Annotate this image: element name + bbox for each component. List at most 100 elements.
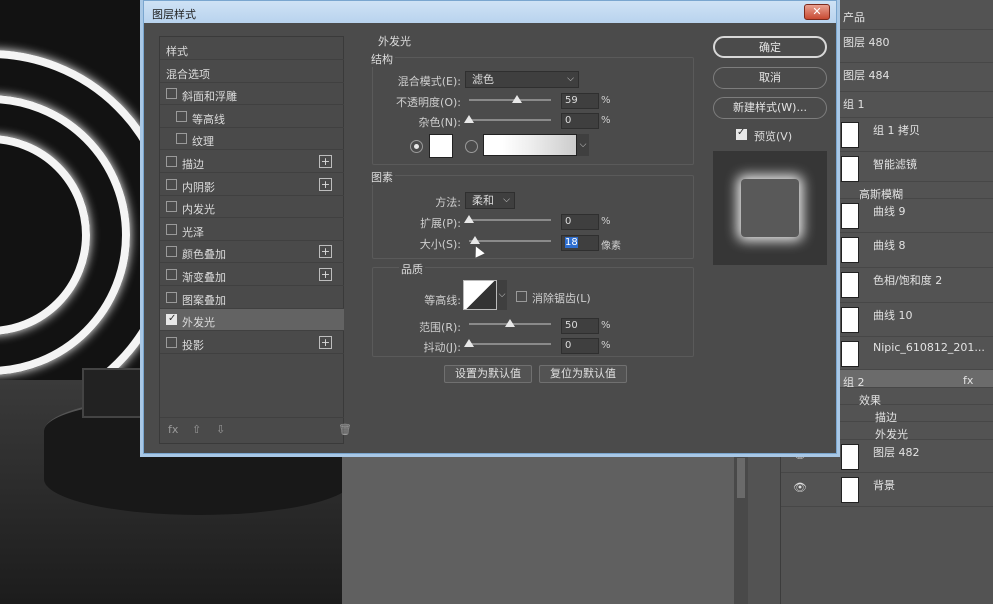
style-checkbox[interactable] [166, 88, 177, 100]
style-item[interactable]: 投影 + [160, 332, 344, 354]
style-item[interactable]: 斜面和浮雕 [160, 83, 344, 106]
set-default-button[interactable]: 设置为默认值 [444, 365, 532, 383]
layer-thumbnail [841, 237, 859, 263]
style-item-label: 内发光 [182, 203, 215, 217]
layer-thumbnail [841, 444, 859, 470]
move-up-icon[interactable]: ⇧ [192, 423, 201, 436]
style-checkbox[interactable] [176, 133, 187, 145]
jitter-slider[interactable] [464, 339, 551, 347]
spread-slider[interactable] [464, 215, 551, 223]
style-item[interactable]: 图案叠加 [160, 287, 344, 309]
range-input[interactable]: 50 [561, 318, 599, 334]
opacity-input[interactable]: 59 [561, 93, 599, 109]
style-checkbox[interactable] [166, 201, 177, 213]
technique-select[interactable]: 柔和 ⌵ [465, 192, 515, 209]
vertical-scrollbar[interactable] [734, 450, 748, 604]
scrollbar-thumb[interactable] [737, 458, 745, 498]
preview-label: 预览(V) [754, 130, 793, 143]
noise-slider-knob[interactable] [464, 115, 474, 123]
style-item[interactable]: 内阴影 + [160, 174, 344, 196]
new-style-button[interactable]: 新建样式(W)... [713, 97, 827, 119]
size-slider[interactable] [469, 236, 551, 244]
quality-section: 品质 等高线: ⌵ 消除锯齿(L) 范围(R): 50 % 抖动(J): 0 % [372, 261, 694, 357]
spread-input[interactable]: 0 [561, 214, 599, 230]
style-item[interactable]: 颜色叠加 + [160, 241, 344, 264]
style-item[interactable]: 纹理 [160, 128, 344, 151]
cancel-button[interactable]: 取消 [713, 67, 827, 89]
noise-slider[interactable] [464, 115, 551, 123]
gradient-radio[interactable] [465, 140, 478, 153]
reset-default-button[interactable]: 复位为默认值 [539, 365, 627, 383]
antialias-checkbox[interactable] [516, 291, 527, 302]
technique-label: 方法: [435, 196, 461, 209]
style-checkbox[interactable] [166, 178, 177, 190]
layer-row[interactable]: 👁 背景 [781, 473, 993, 507]
style-checkbox[interactable] [166, 156, 177, 167]
style-checkbox[interactable] [166, 246, 177, 258]
glow-color-swatch[interactable] [429, 134, 453, 158]
style-item[interactable]: 渐变叠加 + [160, 264, 344, 286]
fx-icon[interactable]: fx [963, 374, 973, 387]
style-item[interactable]: 描边 + [160, 151, 344, 173]
style-item[interactable]: 光泽 [160, 219, 344, 241]
jitter-slider-knob[interactable] [464, 339, 474, 347]
style-item-label: 描边 [182, 158, 204, 171]
style-checkbox[interactable] [166, 336, 177, 348]
layer-style-dialog: 图层样式 ✕ 投影+外发光 图案叠加 渐变叠加+颜色叠加+ 光泽 内发光 内阴影+ 描边 + 纹… [143, 0, 837, 454]
canvas-background [342, 450, 734, 604]
move-down-icon[interactable]: ⇩ [216, 423, 225, 436]
spread-label: 扩展(P): [420, 217, 461, 230]
layer-name: 色相/饱和度 2 [873, 274, 943, 287]
add-instance-icon[interactable]: + [319, 155, 332, 168]
layer-thumbnail [841, 341, 859, 367]
technique-value: 柔和 [472, 194, 494, 207]
solid-color-radio[interactable] [410, 140, 423, 153]
contour-dropdown-icon[interactable]: ⌵ [497, 280, 507, 310]
blend-mode-select[interactable]: 滤色 ⌵ [465, 71, 579, 88]
spread-slider-knob[interactable] [464, 215, 474, 223]
style-item[interactable]: 等高线 [160, 106, 344, 128]
layer-name: Nipic_610812_201... [873, 341, 985, 354]
add-instance-icon[interactable]: + [319, 268, 332, 281]
opacity-slider-knob[interactable] [512, 95, 523, 103]
fx-icon[interactable]: fx [168, 423, 178, 436]
add-instance-icon[interactable]: + [319, 335, 332, 349]
range-slider[interactable] [469, 319, 551, 327]
style-item[interactable]: 混合选项 [160, 61, 344, 83]
style-item-label: 光泽 [182, 225, 204, 239]
close-button[interactable]: ✕ [804, 4, 830, 20]
trash-icon[interactable]: 🗑 [338, 423, 352, 436]
noise-input[interactable]: 0 [561, 113, 599, 129]
preview-square [741, 179, 799, 237]
noise-unit: % [601, 115, 611, 126]
style-checkbox[interactable] [176, 110, 187, 122]
size-input[interactable]: 18 [561, 235, 599, 251]
opacity-slider[interactable] [469, 95, 551, 103]
style-checkbox[interactable] [166, 291, 177, 303]
style-item[interactable]: 样式 [160, 38, 344, 60]
gradient-dropdown-icon[interactable]: ⌵ [577, 134, 589, 156]
ok-button[interactable]: 确定 [713, 36, 827, 58]
style-checkbox[interactable] [166, 223, 177, 235]
layer-thumbnail [841, 272, 859, 298]
dialog-title-bar[interactable]: 图层样式 ✕ [144, 1, 836, 23]
add-instance-icon[interactable]: + [319, 177, 332, 191]
jitter-input[interactable]: 0 [561, 338, 599, 354]
style-item-label: 图案叠加 [182, 293, 226, 307]
style-item-label: 等高线 [192, 112, 225, 126]
style-checkbox[interactable] [166, 269, 177, 280]
noise-label: 杂色(N): [418, 116, 461, 129]
elements-section: 图素 方法: 柔和 ⌵ 扩展(P): 0 % 大小(S): 18 像素 [369, 169, 694, 259]
style-checkbox[interactable] [166, 313, 177, 326]
size-slider-knob[interactable] [469, 236, 480, 244]
range-slider-knob[interactable] [505, 319, 515, 327]
gradient-swatch[interactable] [483, 134, 577, 156]
style-item[interactable]: 内发光 [160, 196, 344, 219]
visibility-eye-icon[interactable]: 👁 [793, 481, 807, 494]
add-instance-icon[interactable]: + [319, 245, 332, 259]
layer-name: 曲线 8 [873, 239, 906, 252]
contour-picker[interactable] [463, 280, 497, 310]
preview-checkbox[interactable] [736, 127, 747, 140]
style-list: 投影 + 外发光 图案叠加 渐变叠加 + 颜色叠加 + 光泽 内发光 内阴影 + 描边 + 纹理 等高线 斜面和… [159, 36, 352, 444]
style-item[interactable]: 外发光 [160, 309, 344, 332]
